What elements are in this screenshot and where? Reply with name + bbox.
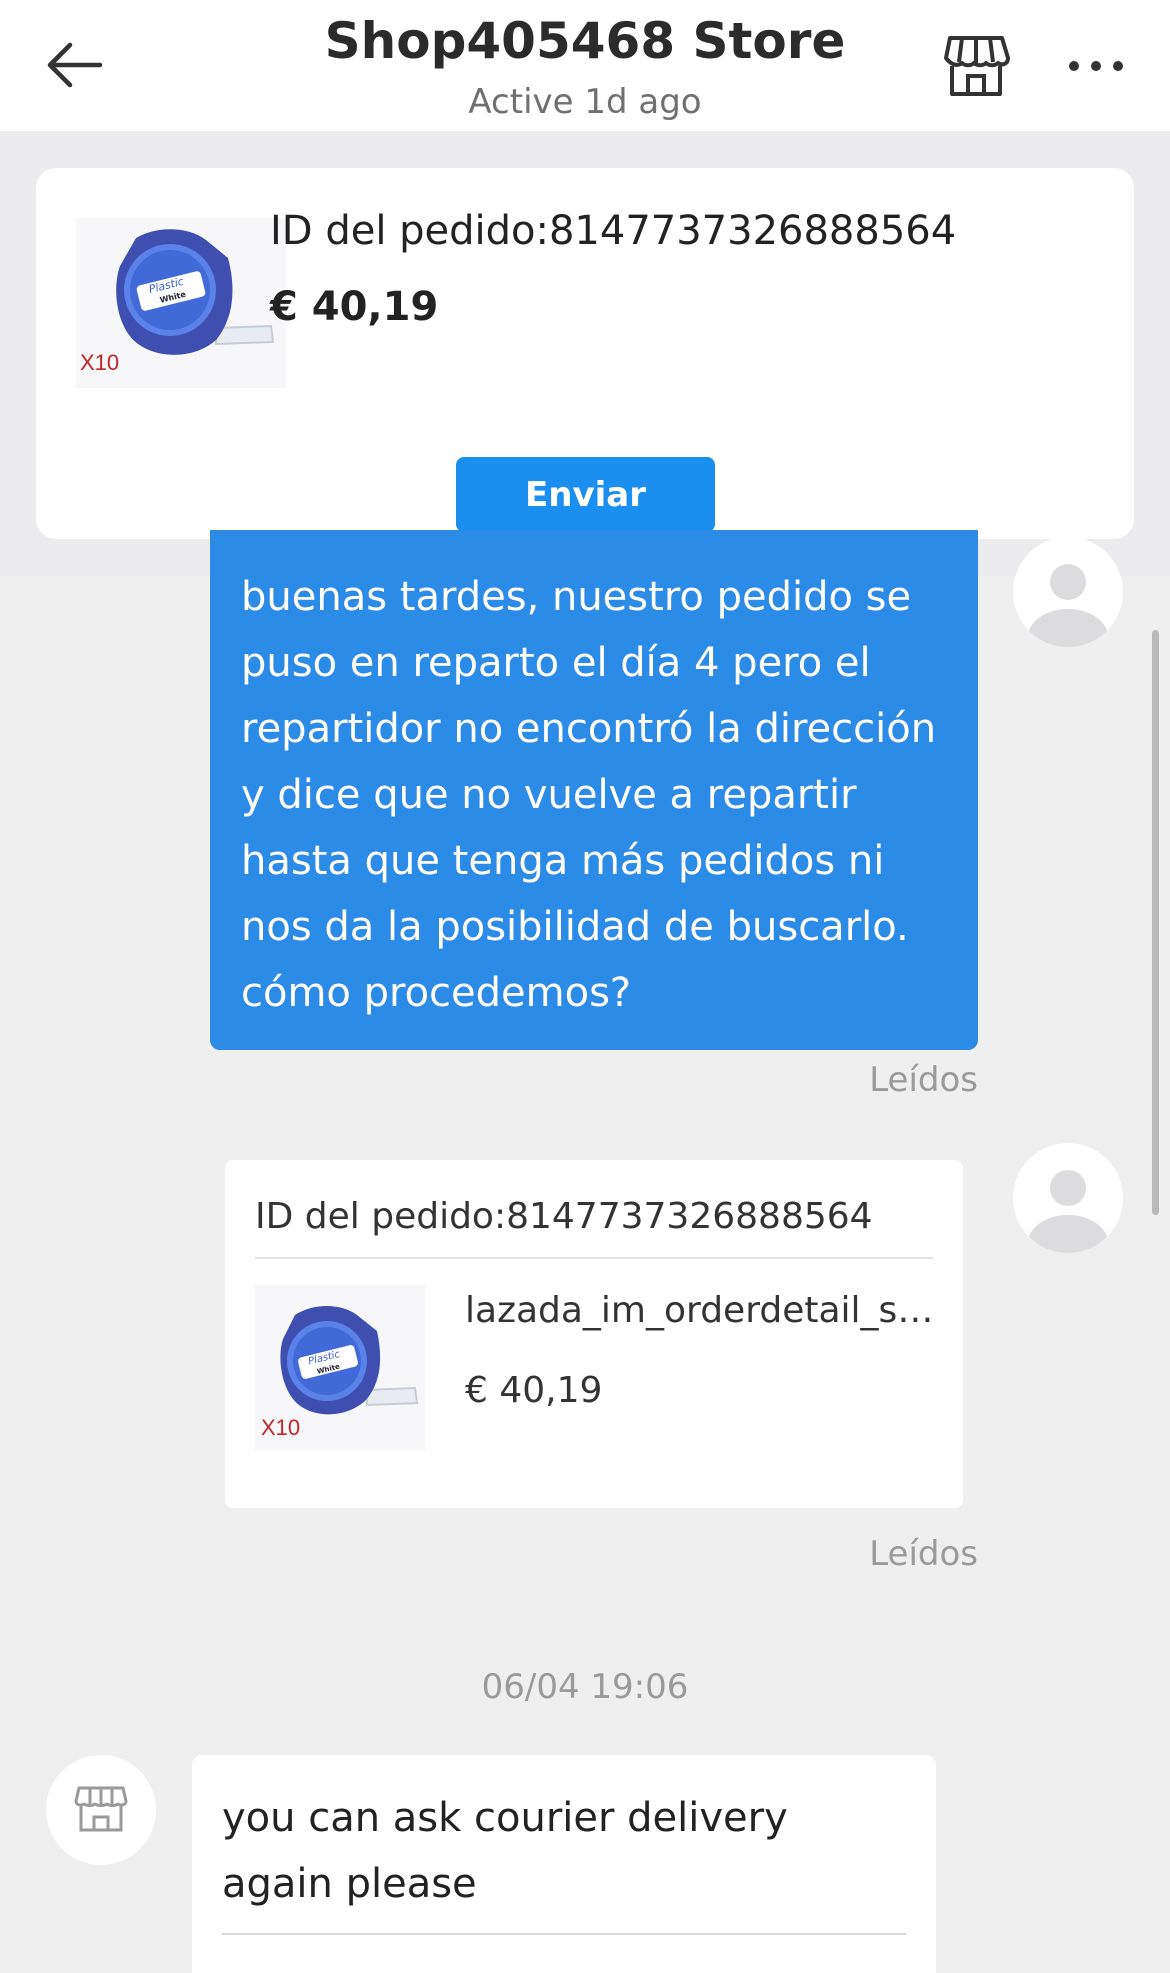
divider <box>255 1257 933 1259</box>
quantity-tag: X10 <box>261 1415 300 1440</box>
product-thumbnail: Plastic White X10 <box>76 218 286 388</box>
quantity-tag: X10 <box>80 350 119 375</box>
order-card-price: € 40,19 <box>465 1370 603 1411</box>
order-card-id: ID del pedido:8147737326888564 <box>255 1196 873 1237</box>
send-button[interactable]: Enviar <box>456 457 715 532</box>
divider <box>222 1933 906 1935</box>
pinned-order-price: € 40,19 <box>270 284 439 330</box>
order-card-message[interactable]: ID del pedido:8147737326888564 Plastic W… <box>225 1160 963 1508</box>
store-icon[interactable] <box>940 30 1012 102</box>
user-message-bubble[interactable]: buenas tardes, nuestro pedido se puso en… <box>210 530 978 1050</box>
message-timestamp: 06/04 19:06 <box>481 1667 689 1707</box>
scrollbar[interactable] <box>1152 630 1159 1215</box>
user-avatar-icon[interactable] <box>1013 1143 1123 1253</box>
pinned-order-id: ID del pedido:8147737326888564 <box>270 208 957 254</box>
store-avatar-icon[interactable] <box>46 1755 156 1865</box>
store-message-text: you can ask courier delivery again pleas… <box>222 1795 788 1907</box>
pinned-order-area: Plastic White X10 ID del pedido:81477373… <box>0 131 1170 576</box>
product-thumbnail: Plastic White X10 <box>255 1285 425 1450</box>
user-avatar-icon[interactable] <box>1013 537 1123 647</box>
chat-header: Shop405468 Store Active 1d ago <box>0 0 1170 131</box>
pinned-order-card[interactable]: Plastic White X10 ID del pedido:81477373… <box>36 168 1134 539</box>
more-options-icon[interactable] <box>1060 30 1132 102</box>
order-card-product-name: lazada_im_orderdetail_status_text <box>465 1290 935 1331</box>
store-message-bubble[interactable]: you can ask courier delivery again pleas… <box>192 1755 936 1973</box>
read-status: Leídos <box>869 1534 978 1574</box>
read-status: Leídos <box>869 1060 978 1100</box>
